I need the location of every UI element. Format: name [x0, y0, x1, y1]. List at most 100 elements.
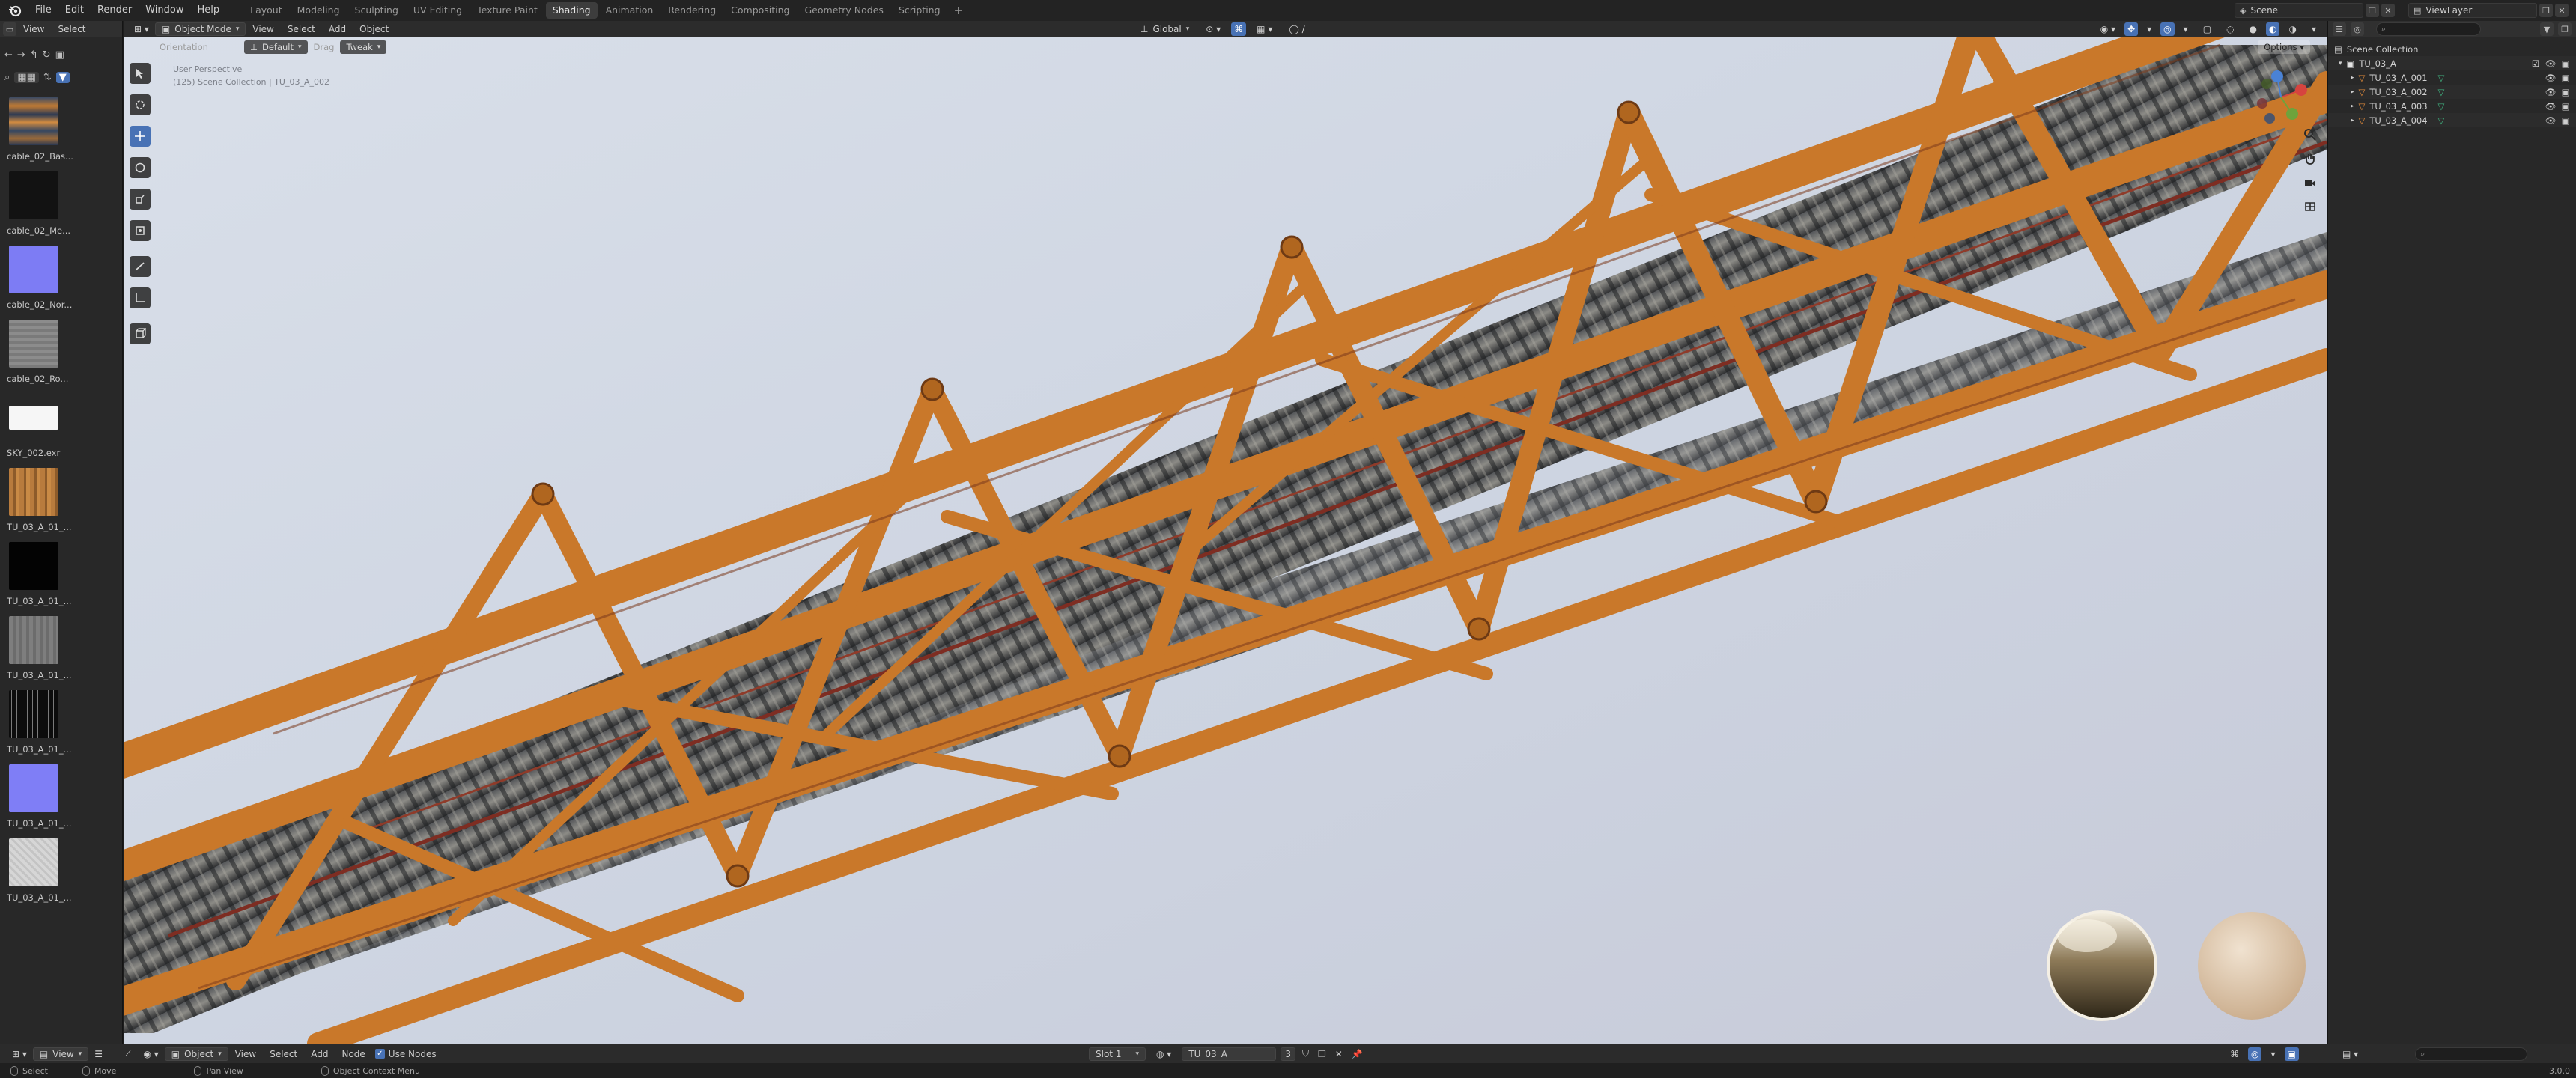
tab-geometry-nodes[interactable]: Geometry Nodes: [798, 2, 890, 19]
add-cube-tool-icon[interactable]: [130, 323, 151, 344]
filter-icon[interactable]: ▼: [2540, 22, 2554, 36]
editor-type-icon[interactable]: ⊞ ▾: [6, 1047, 33, 1061]
editor-type-icon[interactable]: ☰: [2333, 22, 2346, 36]
outliner-row-object[interactable]: ▸ ▽ TU_03_A_002 ▽ 👁 ▣: [2328, 85, 2576, 99]
menu-select[interactable]: Select: [51, 21, 92, 37]
eye-icon[interactable]: 👁: [2545, 87, 2557, 97]
backdrop-icon[interactable]: ▣: [2284, 1047, 2299, 1061]
outliner-row-object[interactable]: ▸ ▽ TU_03_A_004 ▽ 👁 ▣: [2328, 113, 2576, 127]
mode-selector[interactable]: ▣ Object Mode ▾: [154, 22, 246, 36]
move-tool-icon[interactable]: [130, 126, 151, 147]
shading-rendered-icon[interactable]: ◑: [2282, 22, 2302, 36]
pin-icon[interactable]: ⟋: [119, 1047, 137, 1061]
editor-view-dropdown[interactable]: ▤ View ▾: [32, 1047, 89, 1061]
material-browse-icon[interactable]: ◍ ▾: [1150, 1047, 1177, 1061]
xray-icon[interactable]: ▢: [2197, 22, 2217, 36]
menu-view[interactable]: View: [16, 21, 51, 37]
user-count-badge[interactable]: 3: [1281, 1047, 1295, 1061]
menu-file[interactable]: File: [28, 2, 58, 19]
pin-icon[interactable]: 📌: [1349, 1047, 1365, 1061]
menu-render[interactable]: Render: [91, 2, 139, 19]
node-menu-node[interactable]: Node: [335, 1046, 371, 1062]
scene-selector[interactable]: ◈ Scene: [2235, 3, 2363, 18]
viewport-menu-add[interactable]: Add: [322, 21, 353, 37]
outliner-search-input[interactable]: ⌕: [2376, 22, 2481, 36]
viewport-menu-select[interactable]: Select: [281, 21, 322, 37]
node-tree-type-icon[interactable]: ◉ ▾: [137, 1047, 164, 1061]
overlays-toggle-icon[interactable]: ◎: [2160, 22, 2175, 36]
delete-viewlayer-icon[interactable]: ✕: [2555, 4, 2569, 17]
rotate-tool-icon[interactable]: [130, 157, 151, 178]
unlink-material-icon[interactable]: ✕: [1333, 1047, 1345, 1061]
transform-tool-icon[interactable]: [130, 220, 151, 241]
shading-wireframe-icon[interactable]: ◌: [2220, 22, 2240, 36]
visibility-icon[interactable]: ◉ ▾: [2094, 22, 2121, 36]
viewport-menu-view[interactable]: View: [246, 21, 280, 37]
fake-user-icon[interactable]: ⛉: [1300, 1047, 1311, 1061]
properties-search-input[interactable]: ⌕: [2415, 1047, 2528, 1061]
tab-layout[interactable]: Layout: [243, 2, 289, 19]
add-workspace-button[interactable]: +: [948, 4, 970, 17]
eye-icon[interactable]: 👁: [2545, 115, 2557, 126]
orientation-dropdown[interactable]: ⊥ Default ▾: [243, 40, 308, 54]
annotate-tool-icon[interactable]: [130, 256, 151, 277]
list-item[interactable]: TU_03_A_01_...: [4, 616, 117, 690]
shading-solid-icon[interactable]: ●: [2244, 22, 2263, 36]
snap-target-icon[interactable]: ▦ ▾: [1251, 22, 1278, 36]
list-item[interactable]: TU_03_A_01_...: [4, 542, 117, 616]
perspective-toggle-icon[interactable]: [2301, 198, 2319, 216]
shader-type-dropdown[interactable]: ▣ Object ▾: [164, 1047, 228, 1061]
parent-dir-icon[interactable]: ↰: [30, 49, 38, 61]
delete-scene-icon[interactable]: ✕: [2381, 4, 2395, 17]
refresh-icon[interactable]: ↻: [43, 49, 51, 61]
measure-tool-icon[interactable]: [130, 287, 151, 308]
node-menu-view[interactable]: View: [228, 1046, 263, 1062]
use-nodes-toggle[interactable]: ✓ Use Nodes: [374, 1049, 437, 1059]
menu-window[interactable]: Window: [139, 2, 190, 19]
list-item[interactable]: SKY_002.exr: [4, 394, 117, 468]
camera-icon[interactable]: ▣: [2561, 101, 2570, 112]
overlay-toggle-icon[interactable]: ◎: [2248, 1047, 2262, 1061]
list-item[interactable]: cable_02_Me...: [4, 171, 117, 246]
snap-toggle-icon[interactable]: ⌘: [1231, 22, 1247, 36]
editor-type-icon[interactable]: ▭: [3, 22, 16, 36]
gizmo-toggle-icon[interactable]: ✥: [2124, 22, 2139, 36]
navigation-gizmo[interactable]: [2247, 67, 2315, 127]
viewlayer-selector[interactable]: ▤ ViewLayer: [2408, 3, 2537, 18]
tab-shading[interactable]: Shading: [545, 2, 598, 19]
list-item[interactable]: cable_02_Ro...: [4, 320, 117, 394]
pivot-point-icon[interactable]: ⊙ ▾: [1200, 22, 1227, 36]
new-viewlayer-icon[interactable]: ❐: [2539, 4, 2553, 17]
list-item[interactable]: TU_03_A_01_...: [4, 468, 117, 542]
editor-type-icon[interactable]: ⊞ ▾: [128, 22, 155, 36]
snap-icon[interactable]: ⌘: [2224, 1047, 2245, 1061]
camera-icon[interactable]: ▣: [2561, 115, 2570, 126]
drag-dropdown[interactable]: Tweak ▾: [340, 40, 387, 54]
list-item[interactable]: cable_02_Bas...: [4, 97, 117, 171]
display-mode-icon[interactable]: ◎: [2351, 22, 2364, 36]
outliner-row-collection[interactable]: ▾ ▣ TU_03_A ☑ 👁 ▣: [2328, 56, 2576, 70]
tab-scripting[interactable]: Scripting: [892, 2, 947, 19]
menu-help[interactable]: Help: [191, 2, 227, 19]
outliner-row-scene-collection[interactable]: ▤ Scene Collection: [2328, 42, 2576, 56]
overlays-dropdown-icon[interactable]: ▾: [2178, 22, 2194, 36]
3d-viewport[interactable]: User Perspective (125) Scene Collection …: [124, 37, 2327, 1044]
tab-texture-paint[interactable]: Texture Paint: [470, 2, 544, 19]
tab-sculpting[interactable]: Sculpting: [348, 2, 405, 19]
properties-editor-icon[interactable]: ▤ ▾: [2336, 1047, 2364, 1061]
zoom-icon[interactable]: [2301, 126, 2319, 144]
cursor-tool-icon[interactable]: [130, 94, 151, 115]
new-collection-icon[interactable]: ❐: [2558, 22, 2572, 36]
new-scene-icon[interactable]: ❐: [2366, 4, 2379, 17]
tab-rendering[interactable]: Rendering: [661, 2, 723, 19]
menu-edit[interactable]: Edit: [58, 2, 91, 19]
shading-material-icon[interactable]: ◐: [2266, 22, 2280, 36]
transform-orientation-dropdown[interactable]: ⊥ Global ▾: [1134, 22, 1195, 36]
select-box-tool-icon[interactable]: [130, 63, 151, 84]
new-folder-icon[interactable]: ▣: [55, 49, 64, 61]
camera-icon[interactable]: ▣: [2561, 73, 2570, 83]
node-menu-add[interactable]: Add: [304, 1046, 335, 1062]
camera-icon[interactable]: ▣: [2561, 87, 2570, 97]
eye-icon[interactable]: 👁: [2545, 73, 2557, 83]
eye-icon[interactable]: 👁: [2545, 101, 2557, 112]
